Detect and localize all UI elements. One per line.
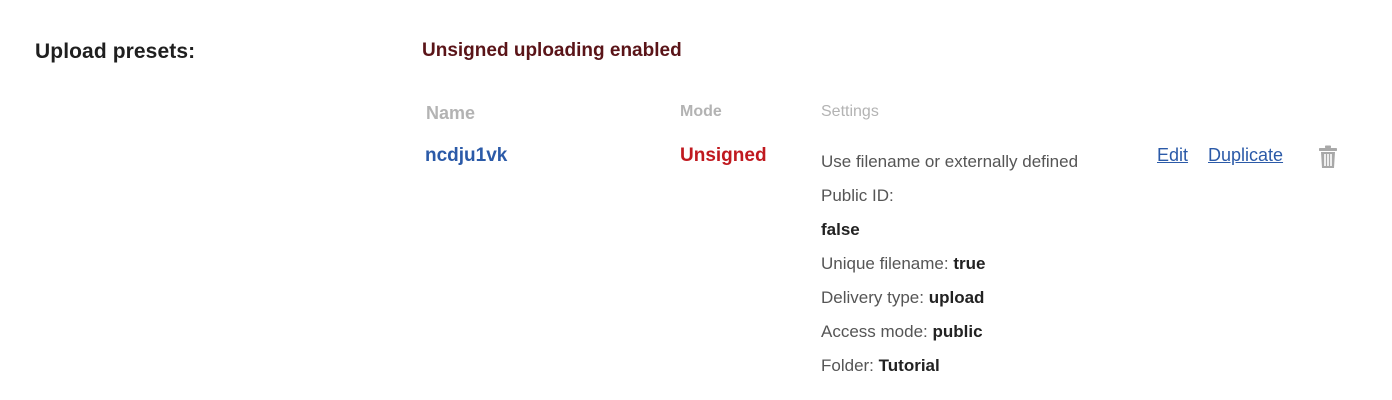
preset-name-link[interactable]: ncdju1vk — [425, 145, 507, 167]
edit-link[interactable]: Edit — [1157, 145, 1188, 166]
setting-filename-source: Use filename or externally defined — [821, 152, 1079, 171]
unsigned-uploading-status: Unsigned uploading enabled — [422, 40, 682, 61]
trash-icon[interactable] — [1318, 145, 1338, 169]
setting-delivery-type: Delivery type: upload — [821, 281, 1141, 315]
setting-value: public — [932, 322, 983, 341]
setting-label: Unique filename: — [821, 254, 949, 273]
setting-value: true — [953, 254, 986, 273]
setting-label: Folder: — [821, 356, 874, 375]
setting-label: Delivery type: — [821, 288, 924, 307]
column-header-name: Name — [426, 103, 476, 123]
setting-public-id-label: Public ID: — [821, 186, 894, 205]
setting-label: Access mode: — [821, 322, 928, 341]
setting-access-mode: Access mode: public — [821, 315, 1141, 349]
duplicate-link[interactable]: Duplicate — [1208, 145, 1283, 166]
section-label: Upload presets: — [35, 40, 196, 63]
setting-value: Tutorial — [878, 356, 940, 375]
setting-value: upload — [928, 288, 985, 307]
preset-mode: Unsigned — [680, 145, 767, 166]
column-header-settings: Settings — [821, 103, 879, 120]
setting-public-id-value: false — [821, 220, 860, 239]
setting-unique-filename: Unique filename: true — [821, 247, 1141, 281]
setting-folder: Folder: Tutorial — [821, 349, 1141, 383]
preset-settings: Use filename or externally defined Publi… — [821, 145, 1141, 383]
column-header-mode: Mode — [680, 103, 722, 120]
